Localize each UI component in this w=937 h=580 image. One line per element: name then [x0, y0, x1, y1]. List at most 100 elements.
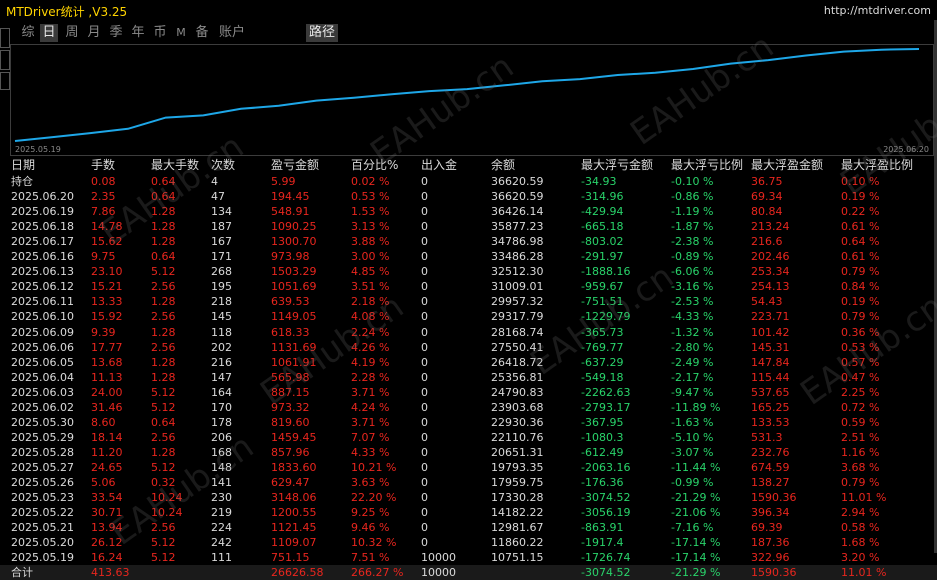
table-row[interactable]: 2025.05.23 33.54 10.24 230 3148.06 22.20 % 0 17…	[0, 490, 937, 505]
header-trades[interactable]: 次数	[211, 157, 235, 174]
cell-percent: 22.20 %	[351, 491, 397, 505]
table-row[interactable]: 2025.06.16 9.75 0.64 171 973.98 3.00 % 0 33486.…	[0, 249, 937, 264]
cell-max-runup-ratio: 0.57 %	[841, 355, 880, 369]
cell-max-runup-ratio: 0.64 %	[841, 235, 880, 249]
header-max-dd-ratio[interactable]: 最大浮亏比例	[671, 157, 743, 174]
cell-max-lots: 2.56	[151, 430, 176, 444]
total-max-dd-amount: -3074.52	[581, 566, 631, 580]
cell-trades: 218	[211, 295, 232, 309]
cell-date: 持仓	[11, 175, 33, 188]
table-row[interactable]: 2025.06.12 15.21 2.56 195 1051.69 3.51 % 0 3100…	[0, 279, 937, 294]
cell-max-lots: 2.56	[151, 521, 176, 535]
table-row[interactable]: 2025.06.05 13.68 1.28 216 1061.91 4.19 % 0 2641…	[0, 355, 937, 370]
header-max-runup-ratio[interactable]: 最大浮盈比例	[841, 157, 913, 174]
tab-notes[interactable]: 备	[194, 24, 210, 42]
cell-max-lots: 1.28	[151, 370, 176, 384]
table-row[interactable]: 2025.06.19 7.86 1.28 134 548.91 1.53 % 0 36426.…	[0, 204, 937, 219]
cell-date: 2025.06.12	[11, 280, 74, 294]
cell-trades: 4	[211, 175, 218, 188]
table-row[interactable]: 2025.06.17 15.62 1.28 167 1300.70 3.88 % 0 3478…	[0, 234, 937, 249]
tab-account[interactable]: 账户	[218, 24, 246, 42]
cell-date: 2025.05.27	[11, 460, 74, 474]
table-row[interactable]: 2025.06.10 15.92 2.56 145 1149.05 4.08 % 0 2931…	[0, 309, 937, 324]
table-row[interactable]: 2025.05.30 8.60 0.64 178 819.60 3.71 % 0 22930.…	[0, 415, 937, 430]
table-row[interactable]: 2025.06.13 23.10 5.12 268 1503.29 4.85 % 0 3251…	[0, 264, 937, 279]
cell-lots: 7.86	[91, 205, 116, 219]
tab-month[interactable]: 月	[86, 24, 102, 42]
cell-lots: 15.92	[91, 310, 123, 324]
table-row[interactable]: 2025.06.09 9.39 1.28 118 618.33 2.24 % 0 28168.…	[0, 325, 937, 340]
cell-profit: 3148.06	[271, 491, 317, 505]
cell-max-lots: 1.28	[151, 295, 176, 309]
cell-percent: 4.08 %	[351, 310, 390, 324]
cell-date: 2025.06.16	[11, 250, 74, 264]
cell-max-dd-ratio: -11.89 %	[671, 400, 721, 414]
cell-max-runup-amount: 674.59	[751, 460, 790, 474]
cell-lots: 26.12	[91, 536, 123, 550]
tab-path[interactable]: 路径	[306, 24, 338, 42]
table-row[interactable]: 2025.06.03 24.00 5.12 164 887.15 3.71 % 0 24790…	[0, 385, 937, 400]
cell-percent: 3.13 %	[351, 220, 390, 234]
tab-summary[interactable]: 综	[20, 24, 36, 42]
open-positions-row[interactable]: 持仓 0.08 0.64 4 5.99 0.02 % 0 36620.59 -34.93 -0.1…	[0, 174, 937, 189]
table-row[interactable]: 2025.05.28 11.20 1.28 168 857.96 4.33 % 0 20651…	[0, 445, 937, 460]
table-row[interactable]: 2025.05.21 13.94 2.56 224 1121.45 9.46 % 0 1298…	[0, 520, 937, 535]
tab-quarter[interactable]: 季	[108, 24, 124, 42]
period-tabs: 综 日 周 月 季 年 币 M 备 账户 路径	[0, 22, 937, 44]
cell-max-lots: 1.28	[151, 220, 176, 234]
tab-day[interactable]: 日	[40, 24, 58, 42]
header-max-dd-amount[interactable]: 最大浮亏金额	[581, 157, 653, 174]
table-row[interactable]: 2025.05.27 24.65 5.12 148 1833.60 10.21 % 0 197…	[0, 460, 937, 475]
cell-date: 2025.06.02	[11, 400, 74, 414]
header-date[interactable]: 日期	[11, 157, 35, 174]
table-row[interactable]: 2025.06.02 31.46 5.12 170 973.32 4.24 % 0 23903…	[0, 400, 937, 415]
total-lots: 413.63	[91, 566, 130, 580]
cell-date: 2025.05.26	[11, 476, 74, 489]
cell-deposit: 0	[421, 265, 428, 279]
cell-balance: 14182.22	[491, 506, 544, 520]
header-deposit[interactable]: 出入金	[421, 157, 457, 174]
cell-percent: 4.85 %	[351, 265, 390, 279]
cell-max-runup-ratio: 0.47 %	[841, 370, 880, 384]
website-link[interactable]: http://mtdriver.com	[824, 4, 931, 17]
header-profit[interactable]: 盈亏金额	[271, 157, 319, 174]
side-panel-button[interactable]	[0, 72, 10, 90]
header-percent[interactable]: 百分比%	[351, 157, 398, 174]
side-panel-button[interactable]	[0, 50, 10, 70]
cell-deposit: 0	[421, 340, 428, 354]
cell-max-lots: 1.28	[151, 325, 176, 339]
header-lots[interactable]: 手数	[91, 157, 115, 174]
table-row[interactable]: 2025.06.20 2.35 0.64 47 194.45 0.53 % 0 36620.5…	[0, 189, 937, 204]
cell-max-lots: 5.12	[151, 265, 176, 279]
cell-max-lots: 1.28	[151, 355, 176, 369]
tab-year[interactable]: 年	[130, 24, 146, 42]
header-max-lots[interactable]: 最大手数	[151, 157, 199, 174]
cell-max-runup-ratio: 11.01 %	[841, 491, 887, 505]
cell-date: 2025.06.09	[11, 325, 74, 339]
cell-max-runup-ratio: 0.22 %	[841, 205, 880, 219]
cell-max-runup-ratio: 1.68 %	[841, 536, 880, 550]
cell-percent: 3.51 %	[351, 280, 390, 294]
table-row[interactable]: 2025.05.22 30.71 10.24 219 1200.55 9.25 % 0 141…	[0, 505, 937, 520]
tab-magic[interactable]: M	[174, 24, 188, 42]
cell-lots: 30.71	[91, 506, 123, 520]
cell-deposit: 0	[421, 445, 428, 459]
table-row[interactable]: 2025.06.04 11.13 1.28 147 565.98 2.28 % 0 25356…	[0, 370, 937, 385]
cell-balance: 32512.30	[491, 265, 544, 279]
tab-currency[interactable]: 币	[152, 24, 168, 42]
cell-max-runup-amount: 101.42	[751, 325, 790, 339]
cell-deposit: 0	[421, 415, 428, 429]
table-row[interactable]: 2025.06.11 13.33 1.28 218 639.53 2.18 % 0 29957…	[0, 294, 937, 309]
header-balance[interactable]: 余额	[491, 157, 515, 174]
cell-date: 2025.05.20	[11, 536, 74, 550]
table-row[interactable]: 2025.06.06 17.77 2.56 202 1131.69 4.26 % 0 2755…	[0, 340, 937, 355]
table-row[interactable]: 2025.05.29 18.14 2.56 206 1459.45 7.07 % 0 2211…	[0, 430, 937, 445]
cell-profit: 618.33	[271, 325, 310, 339]
cell-profit: 1051.69	[271, 280, 317, 294]
header-max-runup-amount[interactable]: 最大浮盈金额	[751, 157, 823, 174]
table-row[interactable]: 2025.06.18 14.78 1.28 187 1090.25 3.13 % 0 3587…	[0, 219, 937, 234]
cell-max-runup-ratio: 0.10 %	[841, 175, 880, 188]
table-row[interactable]: 2025.05.20 26.12 5.12 242 1109.07 10.32 % 0 118…	[0, 535, 937, 550]
table-row[interactable]: 2025.05.26 5.06 0.32 141 629.47 3.63 % 0 17959.…	[0, 475, 937, 490]
tab-week[interactable]: 周	[64, 24, 80, 42]
